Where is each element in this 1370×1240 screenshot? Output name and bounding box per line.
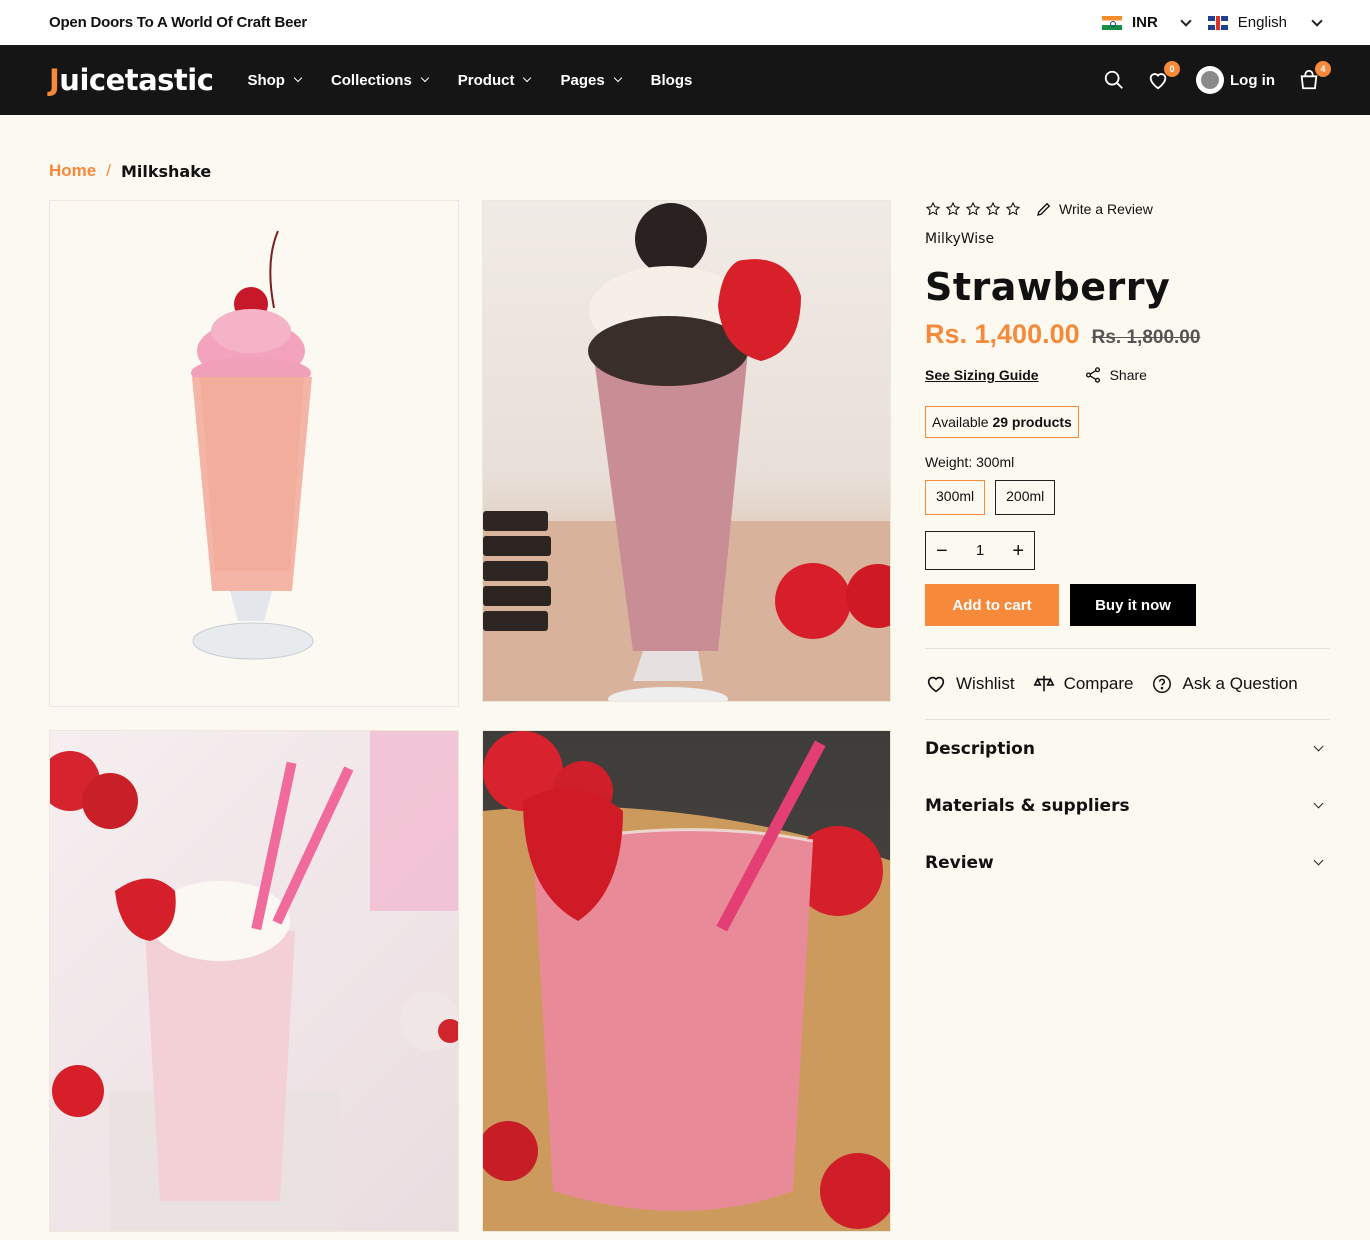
chevron-down-icon <box>420 73 430 83</box>
site-logo[interactable]: Juicetastic <box>49 63 214 97</box>
language-selector[interactable]: English <box>1238 14 1287 31</box>
product-image-3[interactable] <box>49 730 459 1232</box>
share-button[interactable]: Share <box>1084 366 1147 384</box>
site-header: Juicetastic Shop Collections Product Pag… <box>0 45 1370 115</box>
chevron-down-icon[interactable] <box>1180 14 1192 27</box>
chevron-down-icon <box>613 73 622 83</box>
cart-count-badge: 4 <box>1315 61 1331 77</box>
cart-icon[interactable]: 4 <box>1297 61 1331 92</box>
write-review-link[interactable]: Write a Review <box>1035 200 1153 218</box>
header-actions: 0 Log in 4 <box>1102 61 1331 94</box>
add-to-cart-button[interactable]: Add to cart <box>925 584 1059 626</box>
nav-product[interactable]: Product <box>458 72 532 89</box>
chevron-down-icon <box>1313 798 1324 809</box>
variant-200ml[interactable]: 200ml <box>995 480 1056 515</box>
rating-row: Write a Review <box>925 200 1330 218</box>
rating-stars <box>925 201 1021 217</box>
user-icon <box>1196 66 1224 94</box>
announcement-text: Open Doors To A World Of Craft Beer <box>49 14 308 31</box>
star-icon <box>985 201 1001 216</box>
star-icon <box>965 201 981 216</box>
nav-shop[interactable]: Shop <box>247 72 303 89</box>
chevron-down-icon[interactable] <box>1311 14 1323 27</box>
product-info: Write a Review MilkyWise Strawberry Rs. … <box>925 200 1330 891</box>
question-icon <box>1153 675 1172 693</box>
decrease-quantity-button[interactable]: − <box>936 541 948 561</box>
wishlist-button[interactable]: Wishlist <box>925 673 1015 695</box>
search-icon[interactable] <box>1102 68 1126 92</box>
nav-pages[interactable]: Pages <box>560 72 622 89</box>
product-actions: Wishlist Compare Ask a Question <box>925 649 1330 719</box>
product-image-2[interactable] <box>482 200 891 702</box>
ask-question-button[interactable]: Ask a Question <box>1151 673 1298 695</box>
chevron-down-icon <box>523 73 532 83</box>
breadcrumb: Home / Milkshake <box>49 161 211 181</box>
chevron-down-icon <box>1313 741 1324 752</box>
increase-quantity-button[interactable]: + <box>1012 541 1024 561</box>
india-flag-icon <box>1101 15 1122 30</box>
locale-selectors: INR English <box>1101 14 1323 31</box>
star-icon <box>1005 201 1021 216</box>
product-vendor: MilkyWise <box>925 231 995 247</box>
currency-selector[interactable]: INR <box>1132 14 1158 31</box>
quantity-stepper: − 1 + <box>925 531 1035 570</box>
accordion-materials[interactable]: Materials & suppliers <box>925 777 1330 834</box>
wishlist-count-badge: 0 <box>1164 61 1180 77</box>
compare-price: Rs. 1,800.00 <box>1091 327 1201 348</box>
sale-price: Rs. 1,400.00 <box>925 319 1080 349</box>
sizing-guide-link[interactable]: See Sizing Guide <box>925 367 1039 383</box>
variant-300ml[interactable]: 300ml <box>925 480 986 515</box>
nav-blogs[interactable]: Blogs <box>651 72 693 89</box>
compare-button[interactable]: Compare <box>1033 673 1133 695</box>
purchase-buttons: Add to cart Buy it now <box>925 584 1330 626</box>
heart-icon <box>927 676 945 693</box>
accordion-description[interactable]: Description <box>925 720 1330 777</box>
breadcrumb-home[interactable]: Home <box>49 161 96 181</box>
share-icon <box>1085 367 1100 383</box>
wishlist-heart-icon[interactable]: 0 <box>1146 61 1180 92</box>
product-image-1[interactable] <box>49 200 459 707</box>
availability-badge: Available 29 products <box>925 406 1079 438</box>
chevron-down-icon <box>1313 855 1324 866</box>
uk-flag-icon <box>1207 15 1228 30</box>
nav-collections[interactable]: Collections <box>331 72 430 89</box>
price-row: Rs. 1,400.00 Rs. 1,800.00 <box>925 319 1330 350</box>
product-title: Strawberry <box>925 265 1171 309</box>
weight-label: Weight: 300ml <box>925 454 1015 470</box>
pencil-icon <box>1037 202 1051 216</box>
compare-icon <box>1033 675 1055 692</box>
accordion-review[interactable]: Review <box>925 834 1330 891</box>
product-image-4[interactable] <box>482 730 891 1232</box>
breadcrumb-current: Milkshake <box>120 161 212 181</box>
quantity-value[interactable]: 1 <box>976 542 984 559</box>
main-nav: Shop Collections Product Pages Blogs <box>247 72 692 89</box>
star-icon <box>925 201 941 216</box>
product-links: See Sizing Guide Share <box>925 366 1330 384</box>
login-link[interactable]: Log in <box>1196 66 1275 94</box>
variant-options: 300ml 200ml <box>925 480 1330 515</box>
breadcrumb-separator: / <box>106 161 111 180</box>
buy-now-button[interactable]: Buy it now <box>1070 584 1196 626</box>
announcement-bar: Open Doors To A World Of Craft Beer INR … <box>0 0 1370 45</box>
star-icon <box>945 201 961 216</box>
product-accordions: Description Materials & suppliers Review <box>925 720 1330 891</box>
chevron-down-icon <box>293 73 303 83</box>
